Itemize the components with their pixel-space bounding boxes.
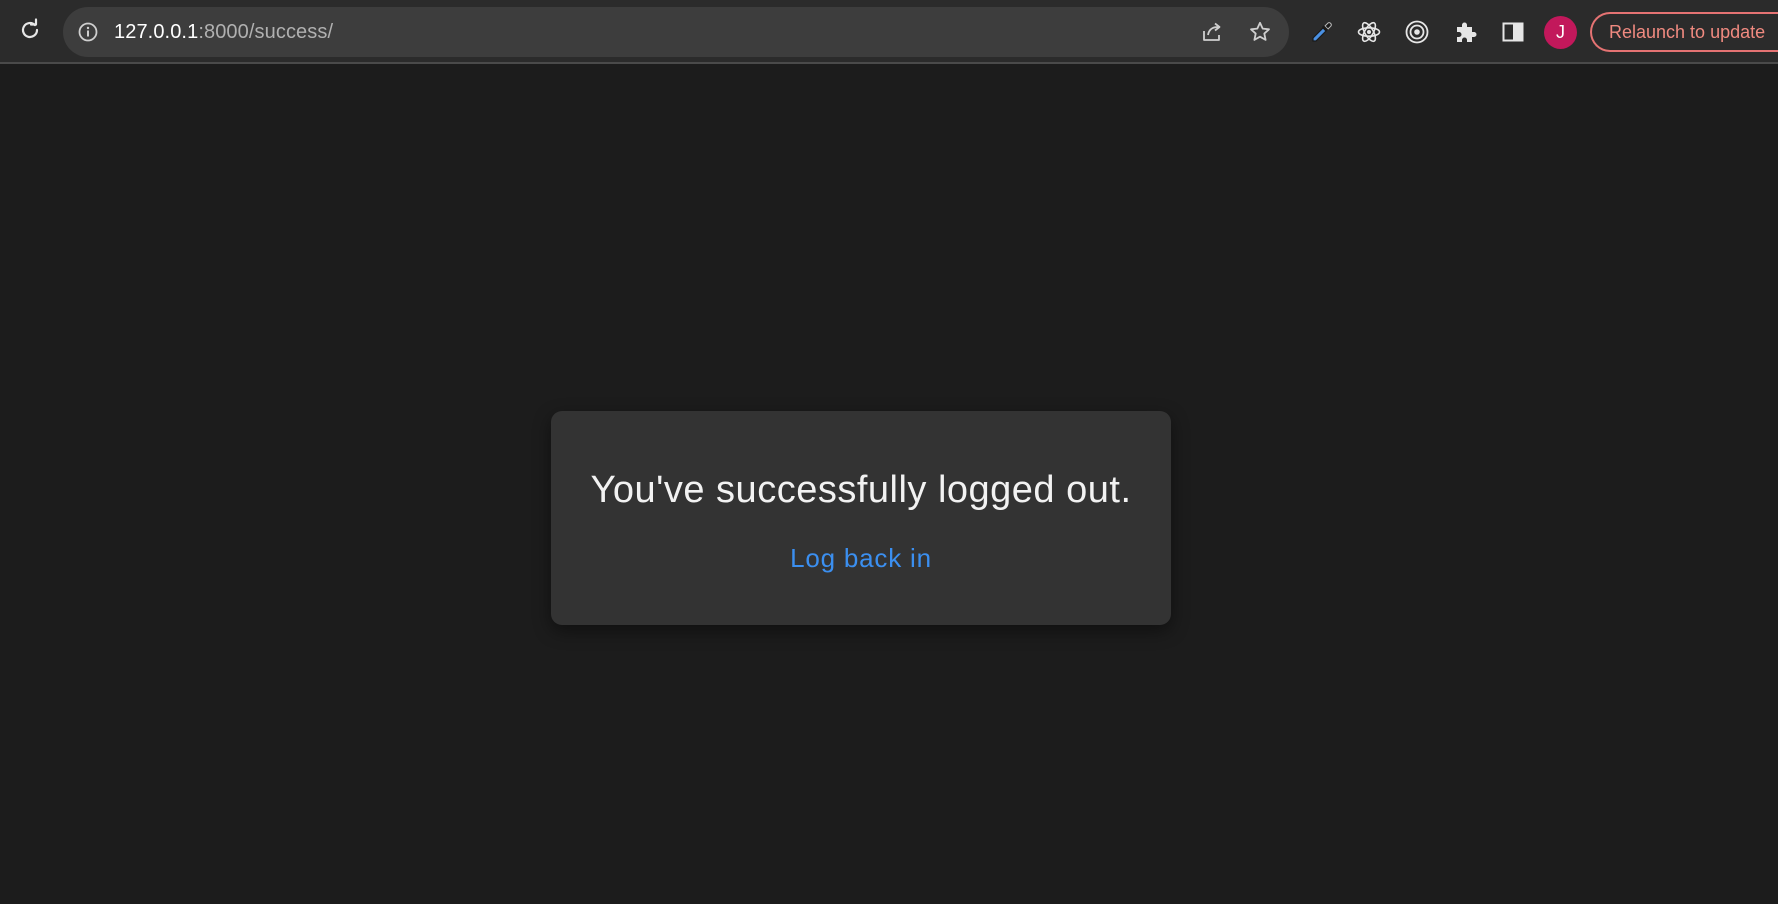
log-back-in-link[interactable]: Log back in xyxy=(551,543,1171,574)
url-host: 127.0.0.1 xyxy=(114,21,199,43)
relaunch-to-update-button[interactable]: Relaunch to update xyxy=(1590,12,1778,52)
logout-message: You've successfully logged out. xyxy=(590,469,1132,511)
reload-icon xyxy=(18,17,42,47)
browser-toolbar: 127.0.0.1:8000/success/ J Relaunch to up… xyxy=(0,0,1778,64)
address-bar[interactable]: 127.0.0.1:8000/success/ xyxy=(63,7,1289,57)
extensions-puzzle-icon[interactable] xyxy=(1451,18,1479,46)
target-extension-icon[interactable] xyxy=(1403,18,1431,46)
share-icon[interactable] xyxy=(1199,19,1225,45)
reload-button[interactable] xyxy=(14,16,46,48)
url-text[interactable]: 127.0.0.1:8000/success/ xyxy=(114,7,333,57)
bookmark-star-icon[interactable] xyxy=(1247,19,1273,45)
side-panel-icon[interactable] xyxy=(1499,18,1527,46)
profile-avatar[interactable]: J xyxy=(1544,16,1577,49)
logout-card: You've successfully logged out. Log back… xyxy=(551,411,1171,625)
url-path: :8000/success/ xyxy=(198,21,334,43)
eyedropper-icon[interactable] xyxy=(1308,18,1336,46)
site-info-icon[interactable] xyxy=(77,21,99,43)
react-devtools-icon[interactable] xyxy=(1355,18,1383,46)
